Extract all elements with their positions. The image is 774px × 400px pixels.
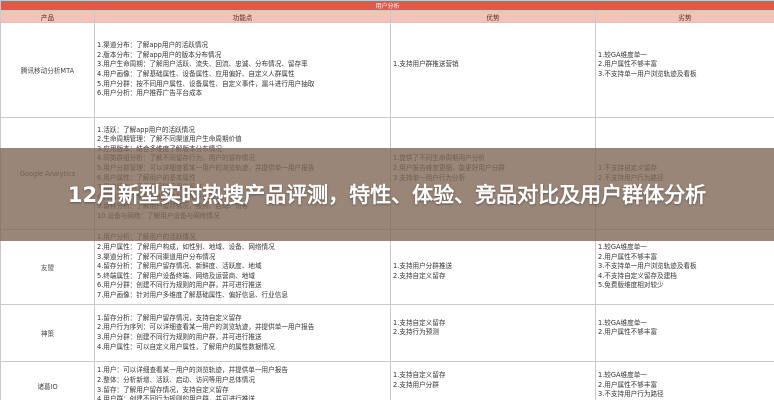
disadvantages-line: [598, 89, 772, 99]
disadvantages-line: 3.不支持单一用户浏览轨迹及看板: [598, 262, 697, 271]
features-line: 2.用户行为序列：可以详细查看某一用户的浏览轨迹，并提供单一用户报告: [97, 323, 315, 332]
features-line: 2.整体：分析新增、活跃、启动、访问等用户总体情况: [97, 375, 255, 384]
disadvantages-line: 2.用户属性不够丰富: [598, 328, 658, 337]
features-line: 4.用户群：创建不同行为规则的用户群，并可进行推送: [97, 395, 255, 400]
advantages-line: [393, 80, 593, 90]
disadvantages-cell: 1.较GA维度单一 2.用户属性不够丰富 3.不支持用户行为路径: [594, 361, 774, 400]
disadvantages-line: [598, 338, 772, 348]
advantages-line: 1.支持用户群推送营销: [393, 60, 459, 69]
features-line: 3.用户分群：创建不同行为规则的用户群，并可进行推送: [97, 333, 262, 341]
product-name: 神策: [0, 304, 95, 362]
header-advantages: 优势: [390, 10, 596, 23]
advantages-line: [393, 70, 593, 80]
disadvantages-line: [598, 135, 772, 145]
disadvantages-cell: 1.较GA维度单一 2.用户属性不够丰富: [594, 304, 774, 362]
table-row: 神策 1.留存分析：了解用户留存情况，支持自定义留存 2.用户行为序列：可以详细查看…: [0, 304, 774, 362]
advantages-line: 1.支持用户分群推送: [393, 262, 453, 271]
advantages-cell: 1.支持自定义留存 2.支持行为预测: [390, 304, 596, 362]
disadvantages-line: 2.用户属性不够丰富: [598, 380, 658, 389]
header-features: 功能点: [94, 10, 391, 23]
disadvantages-line: 5.免费版维度相对较少: [598, 281, 664, 290]
advantages-line: [393, 291, 593, 301]
page: 用户分析 产品 功能点 优势 劣势 腾讯移动分析MTA 1.渠道分布：了解app用…: [0, 0, 774, 400]
table-top-label: 用户分析: [0, 0, 774, 11]
header-product: 产品: [0, 10, 95, 23]
disadvantages-line: 1.较GA维度单一: [598, 318, 647, 327]
disadvantages-line: [598, 291, 772, 301]
features-cell: 1.用户：可以详细查看某一用户的浏览轨迹，并提供单一用户报告 2.整体：分析新增、…: [94, 361, 391, 400]
features-line: 3.渠道分析：了解不同渠道用户分布情况: [97, 252, 216, 261]
product-name: 腾讯移动分析MTA: [0, 22, 95, 118]
banner-title: 12月新型实时热搜产品评测，特性、体验、竞品对比及用户群体分析: [67, 182, 707, 207]
features-line: 1.渠道分布：了解app用户的活跃情况: [97, 41, 209, 50]
features-line: 4.用户属性：可以自定义用户属性，了解用户的属性数据情况: [97, 342, 275, 351]
advantages-cell: 1.支持自定义留存 2.支持用户分群: [390, 361, 596, 400]
disadvantages-line: 2.用户属性不够丰富: [598, 252, 658, 261]
features-line: 2.生命周期管理：了解不同渠道用户生命周期价值: [97, 135, 242, 144]
features-line: 4.留存分析：了解用户留存情况、新鲜度、活跃度、地域: [97, 262, 262, 271]
header-disadvantages: 劣势: [594, 10, 774, 23]
advantages-line: 2.支持自定义留存: [393, 271, 446, 280]
features-line: 4.用户画像：了解基础属性、设备属性、应用偏好、自定义人群属性: [97, 70, 295, 78]
advantages-cell: 1.支持用户群推送营销: [390, 22, 596, 118]
table-row: 诸葛IO 1.用户：可以详细查看某一用户的浏览轨迹，并提供单一用户报告 2.整体：分…: [0, 361, 774, 400]
advantages-line: 2.支持行为预测: [393, 328, 439, 337]
advantages-line: [393, 390, 593, 400]
disadvantages-line: [598, 41, 772, 51]
table-top-header-row: 用户分析: [0, 0, 774, 11]
advantages-line: [393, 89, 593, 99]
advantages-line: [393, 126, 593, 136]
features-line: 2.用户属性：了解用户构成，如性别、地域、设备、网络情况: [97, 243, 275, 252]
features-line: 1.用户：可以详细查看某一用户的浏览轨迹，并提供单一用户报告: [97, 366, 288, 375]
advantages-line: [393, 338, 593, 348]
table-row: 腾讯移动分析MTA 1.渠道分布：了解app用户的活跃情况 2.版本分布：了解app…: [0, 22, 774, 118]
advantages-line: 2.支持用户分群: [393, 380, 439, 389]
features-line: 1.留存分析：了解用户留存情况，支持自定义留存: [97, 313, 242, 322]
disadvantages-line: 1.较GA维度单一: [598, 50, 647, 59]
disadvantages-line: [598, 126, 772, 136]
table-header-row: 产品 功能点 优势 劣势: [0, 10, 774, 23]
advantages-line: 1.支持自定义留存: [393, 318, 446, 327]
advantages-line: [393, 281, 593, 291]
features-line: 3.留存：了解用户留存情况，支持自定义留存: [97, 385, 229, 394]
advantages-line: 1.支持自定义留存: [393, 371, 446, 380]
features-line: 6.用户分群：创建不同行为规则的用户群，并可进行推送: [97, 281, 262, 290]
disadvantages-line: 4.不支持自定义留存及建档: [598, 271, 677, 280]
disadvantages-line: 1.较GA维度单一: [598, 371, 647, 380]
disadvantages-line: 2.用户属性不够丰富: [598, 60, 658, 69]
features-line: 3.用户生命周期：了解用户活跃、流失、回流、忠诚、分布情况、留存率: [97, 60, 308, 69]
disadvantages-line: [598, 80, 772, 90]
features-line: 6.用户分析：用户推荐广告平台成本: [97, 89, 203, 98]
features-line: 2.版本分布：了解app用户的版本分布情况: [97, 50, 222, 59]
title-banner: 12月新型实时热搜产品评测，特性、体验、竞品对比及用户群体分析: [0, 148, 774, 241]
features-line: 7.用户画像：针对用户多维度了解基础属性、偏好信息、行业信息: [97, 290, 288, 299]
advantages-line: [393, 41, 593, 51]
advantages-line: [393, 135, 593, 145]
disadvantages-line: 3.不支持用户行为路径: [598, 390, 664, 399]
advantages-line: [393, 243, 593, 253]
advantages-line: [393, 253, 593, 263]
features-line: 1.活跃：了解app用户的活跃情况: [97, 125, 195, 134]
disadvantages-line: 3.不支持单一用户浏览轨迹及看板: [598, 70, 697, 78]
product-name: 诸葛IO: [0, 361, 95, 400]
disadvantages-cell: 1.较GA维度单一 2.用户属性不够丰富 3.不支持单一用户浏览轨迹及看板: [594, 22, 774, 118]
features-line: 5.用户分群：按不同用户属性、设备属性、自定义事件，漏斗进行用户抽取: [97, 79, 315, 88]
features-cell: 1.留存分析：了解用户留存情况，支持自定义留存 2.用户行为序列：可以详细查看某一…: [94, 304, 391, 362]
disadvantages-line: 1.较GA维度单一: [598, 243, 647, 252]
features-cell: 1.渠道分布：了解app用户的活跃情况 2.版本分布：了解app用户的版本分布情况…: [94, 22, 391, 118]
advantages-line: [393, 51, 593, 61]
features-line: 5.终端属性：了解用户设备终端、网络及运营商、地域: [97, 271, 255, 280]
